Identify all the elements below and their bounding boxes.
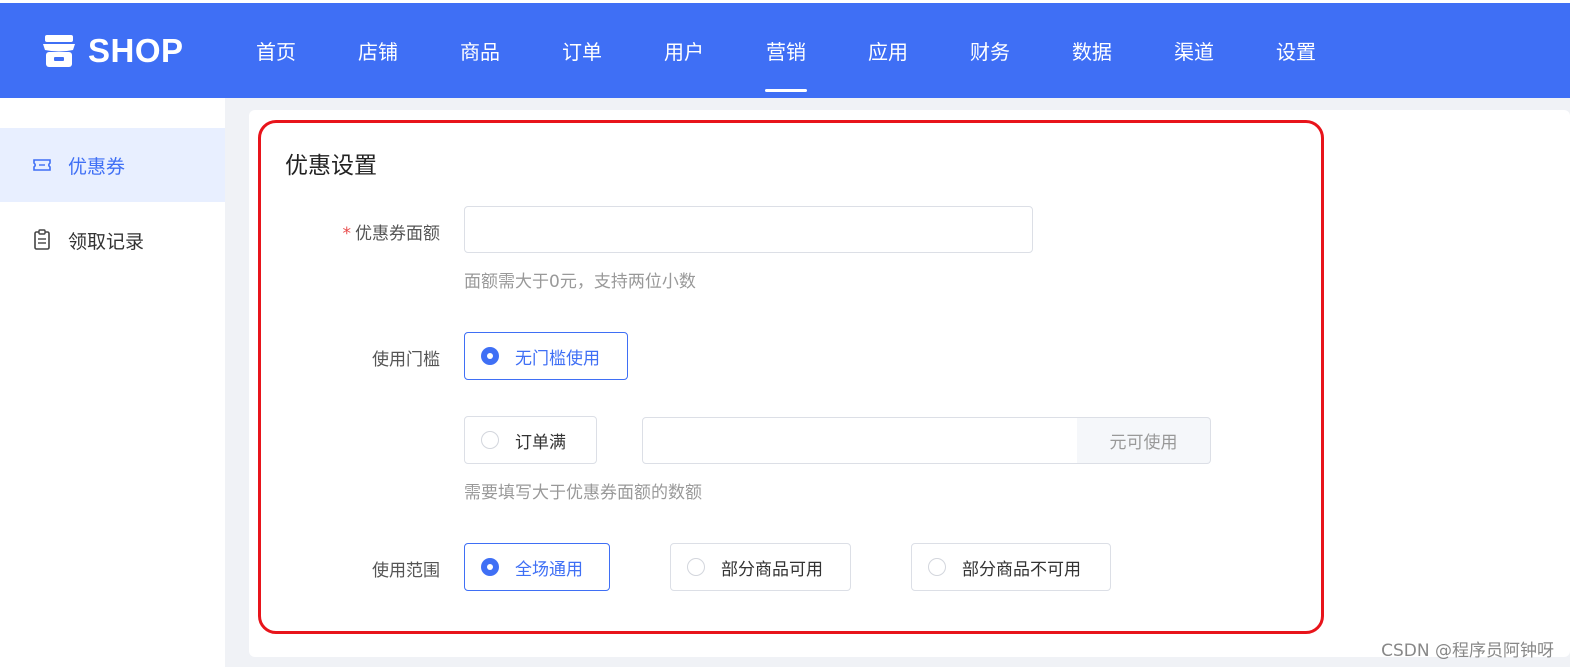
sidebar: 优惠券 领取记录 <box>0 98 225 667</box>
section-title: 优惠设置 <box>285 153 377 179</box>
coupon-icon <box>32 155 52 175</box>
logo[interactable]: SHOP <box>42 31 184 71</box>
face-value-input[interactable] <box>464 206 1033 253</box>
sidebar-item-records[interactable]: 领取记录 <box>0 203 225 277</box>
radio-scope-all[interactable]: 全场通用 <box>464 543 610 591</box>
threshold-label: 使用门槛 <box>372 350 440 370</box>
nav-item-finance[interactable]: 财务 <box>939 3 1041 98</box>
nav-item-users[interactable]: 用户 <box>633 3 735 98</box>
sidebar-item-coupons[interactable]: 优惠券 <box>0 128 225 202</box>
nav-item-channels[interactable]: 渠道 <box>1143 3 1245 98</box>
radio-indicator <box>687 558 705 576</box>
radio-scope-some[interactable]: 部分商品可用 <box>670 543 851 591</box>
radio-order-threshold[interactable]: 订单满 <box>464 416 597 464</box>
nav-item-orders[interactable]: 订单 <box>531 3 633 98</box>
nav-item-products[interactable]: 商品 <box>429 3 531 98</box>
watermark: CSDN @程序员阿钟呀 <box>1381 641 1554 661</box>
shop-icon <box>42 34 76 68</box>
nav-item-marketing[interactable]: 营销 <box>735 3 837 98</box>
order-amount-suffix: 元可使用 <box>1077 417 1211 464</box>
top-header: SHOP 首页 店铺 商品 订单 用户 营销 应用 财务 数据 渠道 设置 <box>0 0 1570 98</box>
nav-item-store[interactable]: 店铺 <box>327 3 429 98</box>
clipboard-icon <box>32 229 52 250</box>
radio-no-threshold[interactable]: 无门槛使用 <box>464 332 628 380</box>
radio-indicator <box>481 431 499 449</box>
order-amount-input[interactable] <box>642 417 1078 464</box>
sidebar-item-label: 优惠券 <box>68 155 126 178</box>
nav-item-apps[interactable]: 应用 <box>837 3 939 98</box>
radio-indicator <box>481 558 499 576</box>
scope-label: 使用范围 <box>372 561 440 581</box>
nav-item-settings[interactable]: 设置 <box>1245 3 1347 98</box>
face-value-hint: 面额需大于0元，支持两位小数 <box>464 272 696 292</box>
radio-scope-excluded[interactable]: 部分商品不可用 <box>911 543 1111 591</box>
sidebar-item-label: 领取记录 <box>68 230 145 253</box>
nav-item-data[interactable]: 数据 <box>1041 3 1143 98</box>
threshold-hint: 需要填写大于优惠券面额的数额 <box>464 483 702 503</box>
logo-text: SHOP <box>88 32 184 69</box>
nav-item-home[interactable]: 首页 <box>225 3 327 98</box>
face-value-label: * 优惠券面额 <box>342 224 441 244</box>
required-mark: * <box>342 224 352 244</box>
radio-indicator <box>481 347 499 365</box>
radio-indicator <box>928 558 946 576</box>
main-nav: 首页 店铺 商品 订单 用户 营销 应用 财务 数据 渠道 设置 <box>225 3 1347 98</box>
